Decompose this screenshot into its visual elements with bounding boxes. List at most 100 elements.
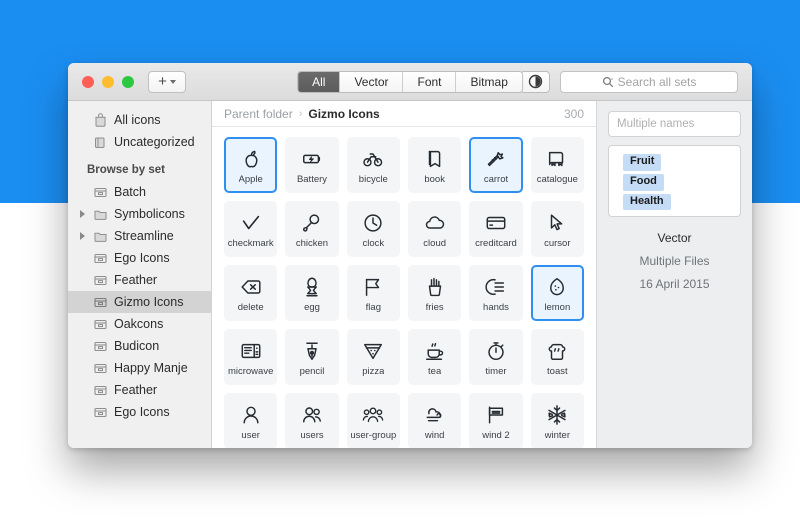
sidebar-item-label: Gizmo Icons [114,295,183,309]
search-input[interactable]: Search all sets [560,71,738,93]
sidebar-item-label: Budicon [114,339,159,353]
grid-item-clock[interactable]: clock [347,201,400,257]
metadata-date: 16 April 2015 [608,277,741,291]
sidebar-item-label: Ego Icons [114,405,170,419]
zoom-window-button[interactable] [122,76,134,88]
tag-fruit[interactable]: Fruit [623,154,661,171]
chevron-down-icon [170,80,176,84]
grid-item-battery[interactable]: Battery [285,137,338,193]
sidebar-item-streamline[interactable]: Streamline [68,225,211,247]
main-content: Parent folder › Gizmo Icons 300 [212,101,596,448]
set-icon [93,317,108,331]
sidebar-item-budicon[interactable]: Budicon [68,335,211,357]
sidebar-item-label: Happy Manje [114,361,188,375]
sidebar: All icons Uncategorized Browse by set [68,101,212,448]
grid-item-wind-2[interactable]: wind 2 [469,393,522,448]
grid-item-egg[interactable]: egg [285,265,338,321]
grid-item-lemon[interactable]: lemon [531,265,584,321]
grid-item-label: delete [238,303,264,313]
grid-item-flag[interactable]: flag [347,265,400,321]
grid-item-wind[interactable]: wind [408,393,461,448]
tags-field[interactable]: Fruit Food Health [608,145,741,217]
grid-item-winter[interactable]: winter [531,393,584,448]
name-input[interactable]: Multiple names [608,111,741,137]
segment-font[interactable]: Font [404,72,457,92]
sidebar-item-feather[interactable]: Feather [68,269,211,291]
users-icon [298,401,326,429]
segment-vector[interactable]: Vector [340,72,403,92]
tag-food[interactable]: Food [623,174,664,191]
grid-item-label: microwave [228,367,273,377]
segment-bitmap[interactable]: Bitmap [457,72,522,92]
grid-item-cloud[interactable]: cloud [408,201,461,257]
grid-item-toast[interactable]: toast [531,329,584,385]
sidebar-item-ego-icons-2[interactable]: Ego Icons [68,401,211,423]
minimize-window-button[interactable] [102,76,114,88]
contrast-toggle-button[interactable] [520,71,550,93]
sidebar-item-label: Batch [114,185,146,199]
tag-health[interactable]: Health [623,194,671,211]
grid-item-label: clock [362,239,384,249]
sidebar-item-uncategorized[interactable]: Uncategorized [68,131,211,153]
sidebar-item-label: Streamline [114,229,174,243]
grid-item-label: hands [483,303,509,313]
grid-item-label: cursor [544,239,570,249]
filter-segmented-control[interactable]: All Vector Font Bitmap [297,71,523,93]
window-titlebar: + All Vector Font Bitmap [68,63,752,101]
segment-all[interactable]: All [298,72,340,92]
sidebar-item-batch[interactable]: Batch [68,181,211,203]
traffic-light-group [82,76,134,88]
sidebar-item-label: Feather [114,273,157,287]
grid-item-user[interactable]: user [224,393,277,448]
sidebar-item-label: Symbolicons [114,207,185,221]
grid-item-catalogue[interactable]: catalogue [531,137,584,193]
grid-item-users[interactable]: users [285,393,338,448]
grid-item-user-group[interactable]: user-group [347,393,400,448]
sidebar-item-gizmo-icons[interactable]: Gizmo Icons [68,291,211,313]
sidebar-item-label: Ego Icons [114,251,170,265]
grid-item-delete[interactable]: delete [224,265,277,321]
add-button[interactable]: + [148,71,186,93]
contrast-toggle-icon [528,74,543,89]
sidebar-item-happy-manje[interactable]: Happy Manje [68,357,211,379]
grid-item-creditcard[interactable]: creditcard [469,201,522,257]
set-icon [93,361,108,375]
grid-item-label: egg [304,303,320,313]
wind-icon [421,401,449,429]
sidebar-item-oakcons[interactable]: Oakcons [68,313,211,335]
grid-item-chicken[interactable]: chicken [285,201,338,257]
sidebar-item-all-icons[interactable]: All icons [68,109,211,131]
battery-icon [298,145,326,173]
grid-item-apple[interactable]: Apple [224,137,277,193]
breadcrumb: Parent folder › Gizmo Icons 300 [212,101,596,127]
search-placeholder: Search all sets [618,75,697,89]
grid-item-cursor[interactable]: cursor [531,201,584,257]
grid-item-fries[interactable]: fries [408,265,461,321]
grid-item-book[interactable]: book [408,137,461,193]
grid-item-label: carrot [484,175,508,185]
grid-item-label: users [300,431,323,441]
grid-item-checkmark[interactable]: checkmark [224,201,277,257]
uncategorized-icon [93,135,108,149]
sidebar-item-symbolicons[interactable]: Symbolicons [68,203,211,225]
close-window-button[interactable] [82,76,94,88]
disclosure-triangle[interactable] [78,232,87,240]
grid-item-microwave[interactable]: microwave [224,329,277,385]
folder-icon [93,229,108,243]
sidebar-item-ego-icons[interactable]: Ego Icons [68,247,211,269]
grid-item-tea[interactable]: tea [408,329,461,385]
disclosure-triangle[interactable] [78,210,87,218]
grid-item-hands[interactable]: hands [469,265,522,321]
grid-item-bicycle[interactable]: bicycle [347,137,400,193]
grid-item-pizza[interactable]: pizza [347,329,400,385]
sidebar-section-header: Browse by set [68,159,211,181]
all-icons-icon [93,113,108,127]
grid-item-timer[interactable]: timer [469,329,522,385]
grid-item-label: bicycle [359,175,388,185]
breadcrumb-parent[interactable]: Parent folder [224,107,293,121]
grid-item-pencil[interactable]: pencil [285,329,338,385]
grid-item-carrot[interactable]: carrot [469,137,522,193]
sidebar-item-feather-2[interactable]: Feather [68,379,211,401]
set-icon [93,339,108,353]
flag-icon [359,273,387,301]
